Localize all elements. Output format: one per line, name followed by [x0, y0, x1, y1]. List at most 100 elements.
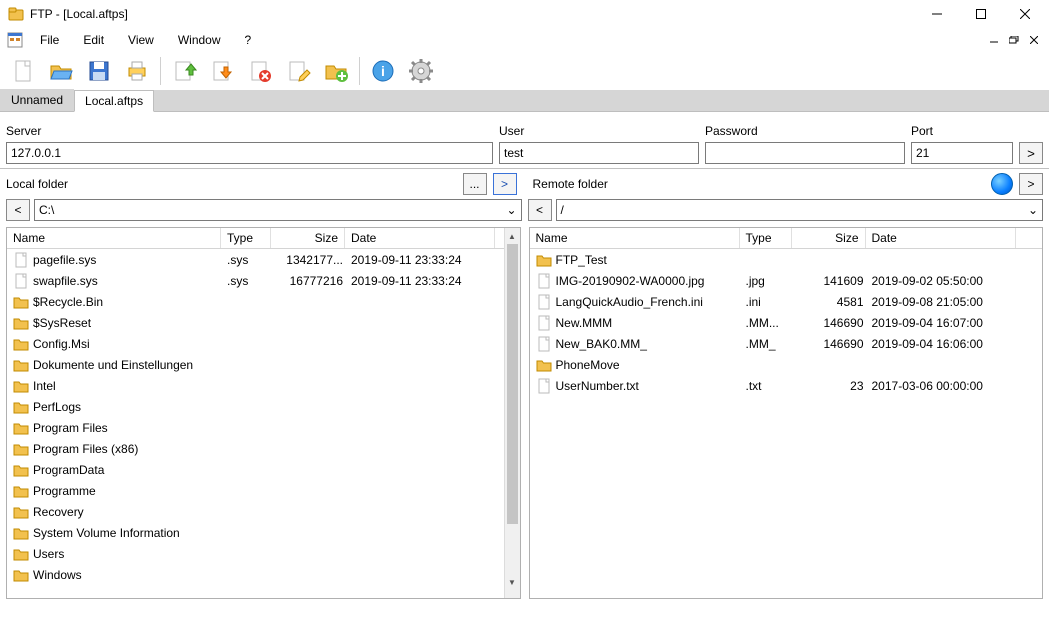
remote-col-date[interactable]: Date — [866, 228, 1016, 248]
local-col-date[interactable]: Date — [345, 228, 495, 248]
upload-button[interactable] — [167, 54, 201, 88]
list-item[interactable]: Program Files — [7, 417, 504, 438]
file-size: 146690 — [794, 316, 868, 330]
list-item[interactable]: Recovery — [7, 501, 504, 522]
new-file-button[interactable] — [6, 54, 40, 88]
settings-button[interactable] — [404, 54, 438, 88]
file-date: 2019-09-08 21:05:00 — [868, 295, 1018, 309]
list-item[interactable]: FTP_Test — [530, 249, 1043, 270]
local-browse-button[interactable]: ... — [463, 173, 487, 195]
mdi-restore-button[interactable] — [1005, 33, 1023, 47]
menu-help[interactable]: ? — [233, 31, 264, 49]
tab-local-aftps[interactable]: Local.aftps — [74, 90, 154, 112]
remote-path-select[interactable]: / ⌄ — [556, 199, 1044, 221]
file-size: 16777216 — [273, 274, 347, 288]
tab-strip: Unnamed Local.aftps — [0, 90, 1049, 112]
refresh-globe-icon[interactable] — [991, 173, 1013, 195]
file-date: 2017-03-06 00:00:00 — [868, 379, 1018, 393]
close-button[interactable] — [1003, 0, 1047, 28]
chevron-down-icon: ⌄ — [506, 203, 516, 217]
list-item[interactable]: System Volume Information — [7, 522, 504, 543]
remote-col-type[interactable]: Type — [740, 228, 792, 248]
file-type: .MM... — [742, 316, 794, 330]
local-col-type[interactable]: Type — [221, 228, 271, 248]
list-item[interactable]: swapfile.sys.sys167772162019-09-11 23:33… — [7, 270, 504, 291]
chevron-down-icon: ⌄ — [1028, 203, 1038, 217]
scroll-up-icon[interactable]: ▲ — [505, 228, 520, 244]
list-item[interactable]: Dokumente und Einstellungen — [7, 354, 504, 375]
menu-view[interactable]: View — [116, 31, 166, 49]
maximize-button[interactable] — [959, 0, 1003, 28]
delete-file-button[interactable] — [243, 54, 277, 88]
local-scrollbar[interactable]: ▲ ▼ — [504, 228, 520, 598]
list-item[interactable]: Programme — [7, 480, 504, 501]
local-go-button[interactable]: > — [493, 173, 517, 195]
list-item[interactable]: New.MMM.MM...1466902019-09-04 16:07:00 — [530, 312, 1043, 333]
list-item[interactable]: Config.Msi — [7, 333, 504, 354]
connection-panel: Server User Password Port > — [0, 118, 1049, 169]
list-item[interactable]: pagefile.sys.sys1342177...2019-09-11 23:… — [7, 249, 504, 270]
local-up-button[interactable]: < — [6, 199, 30, 221]
list-item[interactable]: PhoneMove — [530, 354, 1043, 375]
file-icon — [536, 378, 552, 394]
file-name: $SysReset — [33, 316, 91, 330]
list-item[interactable]: ProgramData — [7, 459, 504, 480]
server-input[interactable] — [6, 142, 493, 164]
remote-col-name[interactable]: Name — [530, 228, 740, 248]
title-bar: FTP - [Local.aftps] — [0, 0, 1049, 28]
new-folder-file-button[interactable] — [281, 54, 315, 88]
remote-up-button[interactable]: < — [528, 199, 552, 221]
open-button[interactable] — [44, 54, 78, 88]
remote-file-list[interactable]: FTP_TestIMG-20190902-WA0000.jpg.jpg14160… — [530, 249, 1043, 598]
connect-button[interactable]: > — [1019, 142, 1043, 164]
list-item[interactable]: UserNumber.txt.txt232017-03-06 00:00:00 — [530, 375, 1043, 396]
file-panes: NameTypeSizeDate pagefile.sys.sys1342177… — [0, 227, 1049, 605]
list-item[interactable]: Intel — [7, 375, 504, 396]
remote-folder-label: Remote folder — [533, 177, 608, 191]
mdi-close-button[interactable] — [1025, 33, 1043, 47]
password-input[interactable] — [705, 142, 905, 164]
local-header: NameTypeSizeDate — [7, 228, 504, 249]
local-col-size[interactable]: Size — [271, 228, 345, 248]
file-size: 23 — [794, 379, 868, 393]
remote-col-size[interactable]: Size — [792, 228, 866, 248]
file-name: $Recycle.Bin — [33, 295, 103, 309]
local-col-name[interactable]: Name — [7, 228, 221, 248]
list-item[interactable]: LangQuickAudio_French.ini.ini45812019-09… — [530, 291, 1043, 312]
list-item[interactable]: New_BAK0.MM_.MM_1466902019-09-04 16:06:0… — [530, 333, 1043, 354]
file-type: .txt — [742, 379, 794, 393]
list-item[interactable]: IMG-20190902-WA0000.jpg.jpg1416092019-09… — [530, 270, 1043, 291]
file-name: Intel — [33, 379, 56, 393]
list-item[interactable]: Users — [7, 543, 504, 564]
folder-icon — [13, 357, 29, 373]
file-name: System Volume Information — [33, 526, 180, 540]
info-button[interactable]: i — [366, 54, 400, 88]
scroll-down-icon[interactable]: ▼ — [505, 575, 520, 591]
list-item[interactable]: $SysReset — [7, 312, 504, 333]
local-file-list[interactable]: pagefile.sys.sys1342177...2019-09-11 23:… — [7, 249, 504, 598]
doc-icon — [6, 31, 24, 49]
list-item[interactable]: Windows — [7, 564, 504, 585]
menu-file[interactable]: File — [28, 31, 71, 49]
download-button[interactable] — [205, 54, 239, 88]
folder-icon — [13, 525, 29, 541]
print-button[interactable] — [120, 54, 154, 88]
mdi-minimize-button[interactable] — [985, 33, 1003, 47]
local-path-select[interactable]: C:\ ⌄ — [34, 199, 522, 221]
toolbar: i — [0, 52, 1049, 90]
menu-edit[interactable]: Edit — [71, 31, 116, 49]
minimize-button[interactable] — [915, 0, 959, 28]
new-folder-button[interactable] — [319, 54, 353, 88]
port-input[interactable] — [911, 142, 1013, 164]
list-item[interactable]: $Recycle.Bin — [7, 291, 504, 312]
list-item[interactable]: Program Files (x86) — [7, 438, 504, 459]
scroll-thumb[interactable] — [507, 244, 518, 524]
remote-go-button[interactable]: > — [1019, 173, 1043, 195]
user-input[interactable] — [499, 142, 699, 164]
tab-unnamed[interactable]: Unnamed — [0, 89, 74, 111]
remote-header: NameTypeSizeDate — [530, 228, 1043, 249]
menu-window[interactable]: Window — [166, 31, 233, 49]
save-button[interactable] — [82, 54, 116, 88]
file-type: .MM_ — [742, 337, 794, 351]
list-item[interactable]: PerfLogs — [7, 396, 504, 417]
